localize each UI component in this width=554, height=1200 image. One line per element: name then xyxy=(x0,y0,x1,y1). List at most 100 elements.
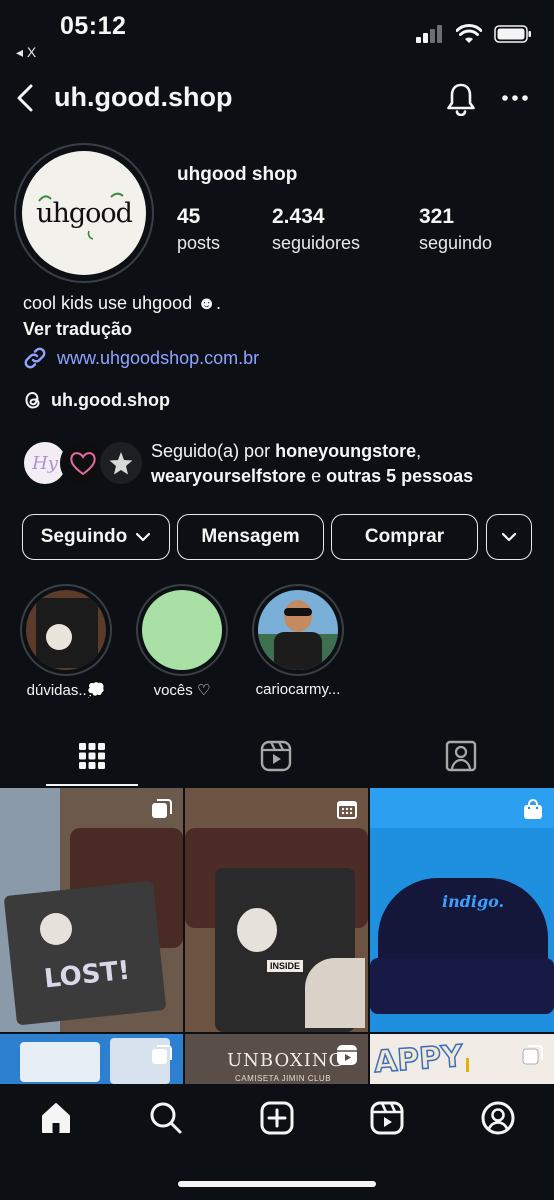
profile-username: uh.good.shop xyxy=(54,82,233,112)
search-icon xyxy=(150,1102,182,1134)
stat-posts[interactable]: 45 posts xyxy=(177,205,220,254)
post-caption: indigo. xyxy=(442,892,505,911)
highlight-item[interactable]: cariocarmy... xyxy=(252,584,344,698)
highlight-cover xyxy=(26,590,106,670)
threads-badge[interactable]: uh.good.shop xyxy=(23,389,170,411)
post-subcaption: CAMISETA JIMIN CLUB xyxy=(235,1074,332,1083)
highlight-ring xyxy=(20,584,112,676)
tagged-person-icon xyxy=(445,740,477,772)
stat-posts-label: posts xyxy=(177,233,221,253)
calendar-icon xyxy=(337,801,357,819)
bio-text: cool kids use uhgood ☻. xyxy=(23,293,222,313)
mutual-user-2: wearyourselfstore xyxy=(151,466,307,486)
highlight-label: cariocarmy... xyxy=(255,681,341,698)
chevron-down-icon xyxy=(136,532,151,542)
highlight-ring xyxy=(136,584,228,676)
reels-icon xyxy=(337,1045,357,1065)
shopping-bag-icon xyxy=(524,799,542,819)
mutual-user-1: honeyoungstore xyxy=(275,441,417,461)
nav-search[interactable] xyxy=(148,1100,184,1136)
stat-following-label: seguindo xyxy=(419,233,493,253)
back-button[interactable] xyxy=(10,82,40,114)
star-icon xyxy=(109,452,133,475)
stat-followers-value: 2.434 xyxy=(272,205,325,228)
reels-icon xyxy=(260,740,292,772)
message-button[interactable]: Mensagem xyxy=(177,514,324,560)
home-indicator[interactable] xyxy=(178,1181,376,1187)
home-icon xyxy=(42,1103,70,1133)
highlight-cover xyxy=(258,590,338,670)
post-caption: APPY xyxy=(372,1038,465,1081)
followed-by-text[interactable]: Seguido(a) por honeyoungstore, wearyourse… xyxy=(151,439,531,489)
stat-following[interactable]: 321 seguindo xyxy=(419,205,492,254)
heart-icon xyxy=(70,452,96,476)
bell-icon xyxy=(447,83,475,117)
carousel-icon xyxy=(152,1045,172,1064)
highlight-item[interactable]: vocês ♡ xyxy=(136,584,228,699)
notifications-button[interactable] xyxy=(445,82,477,117)
post-thumbnail[interactable]: LOST! xyxy=(0,788,183,1032)
stat-followers-label: seguidores xyxy=(272,233,361,253)
shop-button[interactable]: Comprar xyxy=(331,514,478,560)
carousel-icon xyxy=(522,1045,543,1065)
status-time: 05:12 xyxy=(60,12,127,40)
battery-icon xyxy=(494,25,531,43)
followed-by-separator: , xyxy=(416,441,422,461)
nav-profile[interactable] xyxy=(480,1100,516,1136)
post-thumbnail[interactable]: INSIDE xyxy=(185,788,368,1032)
nav-create[interactable] xyxy=(259,1100,295,1136)
nav-home[interactable] xyxy=(38,1100,74,1136)
active-tab-indicator xyxy=(46,784,138,786)
grid-icon xyxy=(79,743,105,769)
leaf-icon xyxy=(38,192,124,240)
plus-square-icon xyxy=(260,1101,294,1135)
profile-icon xyxy=(481,1101,515,1135)
reels-icon xyxy=(370,1101,404,1135)
post-thumbnail[interactable] xyxy=(0,1034,183,1084)
tab-tagged[interactable] xyxy=(441,736,481,776)
threads-handle: uh.good.shop xyxy=(51,389,170,410)
follower-avatar xyxy=(98,440,144,486)
display-name: uhgood shop xyxy=(177,164,298,185)
tab-reels[interactable] xyxy=(256,736,296,776)
highlight-ring xyxy=(252,584,344,676)
status-icons xyxy=(416,24,532,44)
highlight-cover xyxy=(142,590,222,670)
nav-reels[interactable] xyxy=(369,1100,405,1136)
chevron-down-icon xyxy=(501,532,517,542)
more-options-button[interactable] xyxy=(500,90,530,106)
bio-link[interactable]: www.uhgoodshop.com.br xyxy=(23,346,259,370)
tab-posts-grid[interactable] xyxy=(72,736,112,776)
followed-by-conjunction: e xyxy=(306,466,327,486)
message-button-label: Mensagem xyxy=(201,526,300,547)
bio-link-text[interactable]: www.uhgoodshop.com.br xyxy=(57,348,259,369)
stat-posts-value: 45 xyxy=(177,205,201,228)
see-translation-link[interactable]: Ver tradução xyxy=(23,319,132,340)
mutual-follower-avatars[interactable]: Hy xyxy=(22,440,144,486)
chevron-left-icon xyxy=(17,84,33,112)
stat-followers[interactable]: 2.434 seguidores xyxy=(272,205,360,254)
signal-icon xyxy=(416,25,442,43)
avatar-logo: uhgood xyxy=(22,151,146,275)
highlight-label: dúvidas..💭 xyxy=(26,682,106,699)
carousel-icon xyxy=(152,799,172,818)
post-thumbnail[interactable]: UNBOXING CAMISETA JIMIN CLUB xyxy=(185,1034,368,1084)
post-thumbnail[interactable]: APPY xyxy=(370,1034,554,1084)
back-to-app-link[interactable]: ◂ X xyxy=(16,44,36,61)
highlight-label: vocês ♡ xyxy=(153,682,211,699)
mutual-others: outras 5 pessoas xyxy=(326,466,474,486)
threads-icon xyxy=(25,391,40,409)
highlight-item[interactable]: dúvidas..💭 xyxy=(20,584,112,699)
suggested-accounts-button[interactable] xyxy=(486,514,532,560)
followed-by-prefix: Seguido(a) por xyxy=(151,441,276,461)
link-icon xyxy=(24,347,46,369)
post-thumbnail[interactable]: indigo. xyxy=(370,788,554,1032)
wifi-icon xyxy=(456,24,482,43)
stat-following-value: 321 xyxy=(419,205,455,228)
post-caption: UNBOXING xyxy=(227,1050,344,1071)
following-button-label: Seguindo xyxy=(40,526,128,547)
profile-avatar[interactable]: uhgood xyxy=(14,143,154,283)
following-button[interactable]: Seguindo xyxy=(22,514,170,560)
post-caption: INSIDE xyxy=(267,960,304,972)
shop-button-label: Comprar xyxy=(364,526,445,547)
